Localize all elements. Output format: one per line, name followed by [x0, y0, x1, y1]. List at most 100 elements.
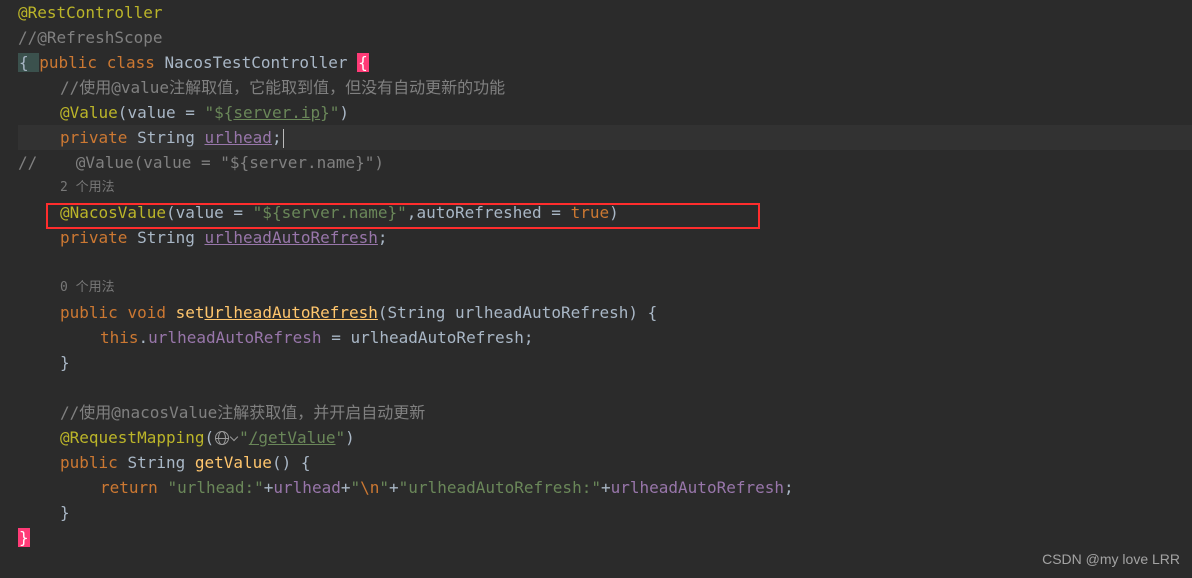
type: String	[137, 228, 204, 247]
annotation: @RequestMapping	[60, 428, 205, 447]
string: "	[335, 428, 345, 447]
code-editor[interactable]: @RestController //@RefreshScope { public…	[18, 0, 1192, 550]
comment: //使用@nacosValue注解获取值，并开启自动更新	[60, 403, 425, 422]
string: "${	[205, 103, 234, 122]
watermark: CSDN @my love LRR	[1042, 547, 1180, 572]
keyword: public	[60, 303, 127, 322]
chevron-down-icon[interactable]	[230, 433, 238, 441]
keyword: private	[60, 228, 137, 247]
semicolon: ;	[784, 478, 794, 497]
keyword: class	[107, 53, 165, 72]
type: String	[388, 303, 455, 322]
paren: )	[609, 203, 619, 222]
string: }"	[320, 103, 339, 122]
paren: (	[205, 428, 215, 447]
string-link[interactable]: /getValue	[249, 428, 336, 447]
operator: +	[264, 478, 274, 497]
watermark-text: CSDN @my love LRR	[1042, 551, 1180, 567]
annotation: @NacosValue	[60, 203, 166, 222]
comment: //@RefreshScope	[18, 28, 163, 47]
string: "	[239, 428, 249, 447]
brace-open: {	[18, 53, 39, 72]
keyword: public	[60, 453, 127, 472]
attr-name: value =	[176, 203, 253, 222]
code-line: this.urlheadAutoRefresh = urlheadAutoRef…	[18, 325, 1192, 350]
paren: )	[339, 103, 349, 122]
code-line: }	[18, 525, 1192, 550]
dot: .	[139, 328, 149, 347]
keyword: public	[39, 53, 106, 72]
paren: (	[118, 103, 128, 122]
brace: }	[60, 503, 70, 522]
comment: //	[18, 153, 76, 172]
operator: +	[601, 478, 611, 497]
code-line-current: private String urlhead;	[18, 125, 1192, 150]
usage-hint[interactable]: 2 个用法	[18, 175, 1192, 200]
semicolon: ;	[272, 128, 282, 147]
comment: //使用@value注解取值，它能取到值，但没有自动更新的功能	[60, 78, 505, 97]
code-line: // @Value(value = "${server.name}")	[18, 150, 1192, 175]
comma: ,	[407, 203, 417, 222]
blank-line	[18, 250, 1192, 275]
globe-icon[interactable]	[215, 431, 229, 445]
field: urlhead	[205, 128, 272, 147]
code-line: //使用@nacosValue注解获取值，并开启自动更新	[18, 400, 1192, 425]
keyword: return	[100, 478, 167, 497]
class-name: NacosTestController	[165, 53, 358, 72]
type: String	[127, 453, 194, 472]
field: urlheadAutoRefresh	[148, 328, 321, 347]
method-name: UrlheadAutoRefresh	[205, 303, 378, 322]
type: String	[137, 128, 204, 147]
brace-highlight: }	[18, 528, 30, 547]
code-line: @Value(value = "${server.ip}")	[18, 100, 1192, 125]
code-line: //使用@value注解取值，它能取到值，但没有自动更新的功能	[18, 75, 1192, 100]
code-line: @NacosValue(value = "${server.name}",aut…	[18, 200, 1192, 225]
usage-hint[interactable]: 0 个用法	[18, 275, 1192, 300]
parameter: urlheadAutoRefresh	[350, 328, 523, 347]
semicolon: ;	[378, 228, 388, 247]
usage-hint-text: 2 个用法	[60, 180, 115, 195]
code-line: public void setUrlheadAutoRefresh(String…	[18, 300, 1192, 325]
keyword: this	[100, 328, 139, 347]
brace-highlight: {	[357, 53, 369, 72]
semicolon: ;	[524, 328, 534, 347]
brace: }	[60, 353, 70, 372]
string-link[interactable]: server.ip	[233, 103, 320, 122]
code-line: return "urlhead:"+urlhead+"\n"+"urlheadA…	[18, 475, 1192, 500]
attr-name: value =	[127, 103, 204, 122]
keyword: true	[571, 203, 610, 222]
brace: {	[301, 453, 311, 472]
space	[291, 453, 301, 472]
brace: {	[648, 303, 658, 322]
annotation: @Value	[60, 103, 118, 122]
string: "${server.name}"	[253, 203, 407, 222]
paren: (	[166, 203, 176, 222]
paren: (	[378, 303, 388, 322]
code-line: public String getValue() {	[18, 450, 1192, 475]
usage-hint-text: 0 个用法	[60, 280, 115, 295]
operator: =	[322, 328, 351, 347]
field: urlhead	[273, 478, 340, 497]
paren: )	[345, 428, 355, 447]
code-line: }	[18, 500, 1192, 525]
operator: +	[389, 478, 399, 497]
paren: )	[628, 303, 647, 322]
string: "urlhead:"	[167, 478, 263, 497]
caret	[283, 129, 284, 148]
parameter: urlheadAutoRefresh	[455, 303, 628, 322]
method-name: set	[176, 303, 205, 322]
keyword: void	[127, 303, 175, 322]
attr-name: autoRefreshed =	[416, 203, 570, 222]
method-name: getValue	[195, 453, 272, 472]
paren: ()	[272, 453, 291, 472]
code-line: @RestController	[18, 0, 1192, 25]
keyword: private	[60, 128, 137, 147]
code-line: }	[18, 350, 1192, 375]
blank-line	[18, 375, 1192, 400]
code-line: { public class NacosTestController {	[18, 50, 1192, 75]
comment: @Value(value = "${server.name}")	[76, 153, 384, 172]
escape-char: \n	[360, 478, 379, 497]
code-line: @RequestMapping( "/getValue")	[18, 425, 1192, 450]
field: urlheadAutoRefresh	[611, 478, 784, 497]
code-line: //@RefreshScope	[18, 25, 1192, 50]
